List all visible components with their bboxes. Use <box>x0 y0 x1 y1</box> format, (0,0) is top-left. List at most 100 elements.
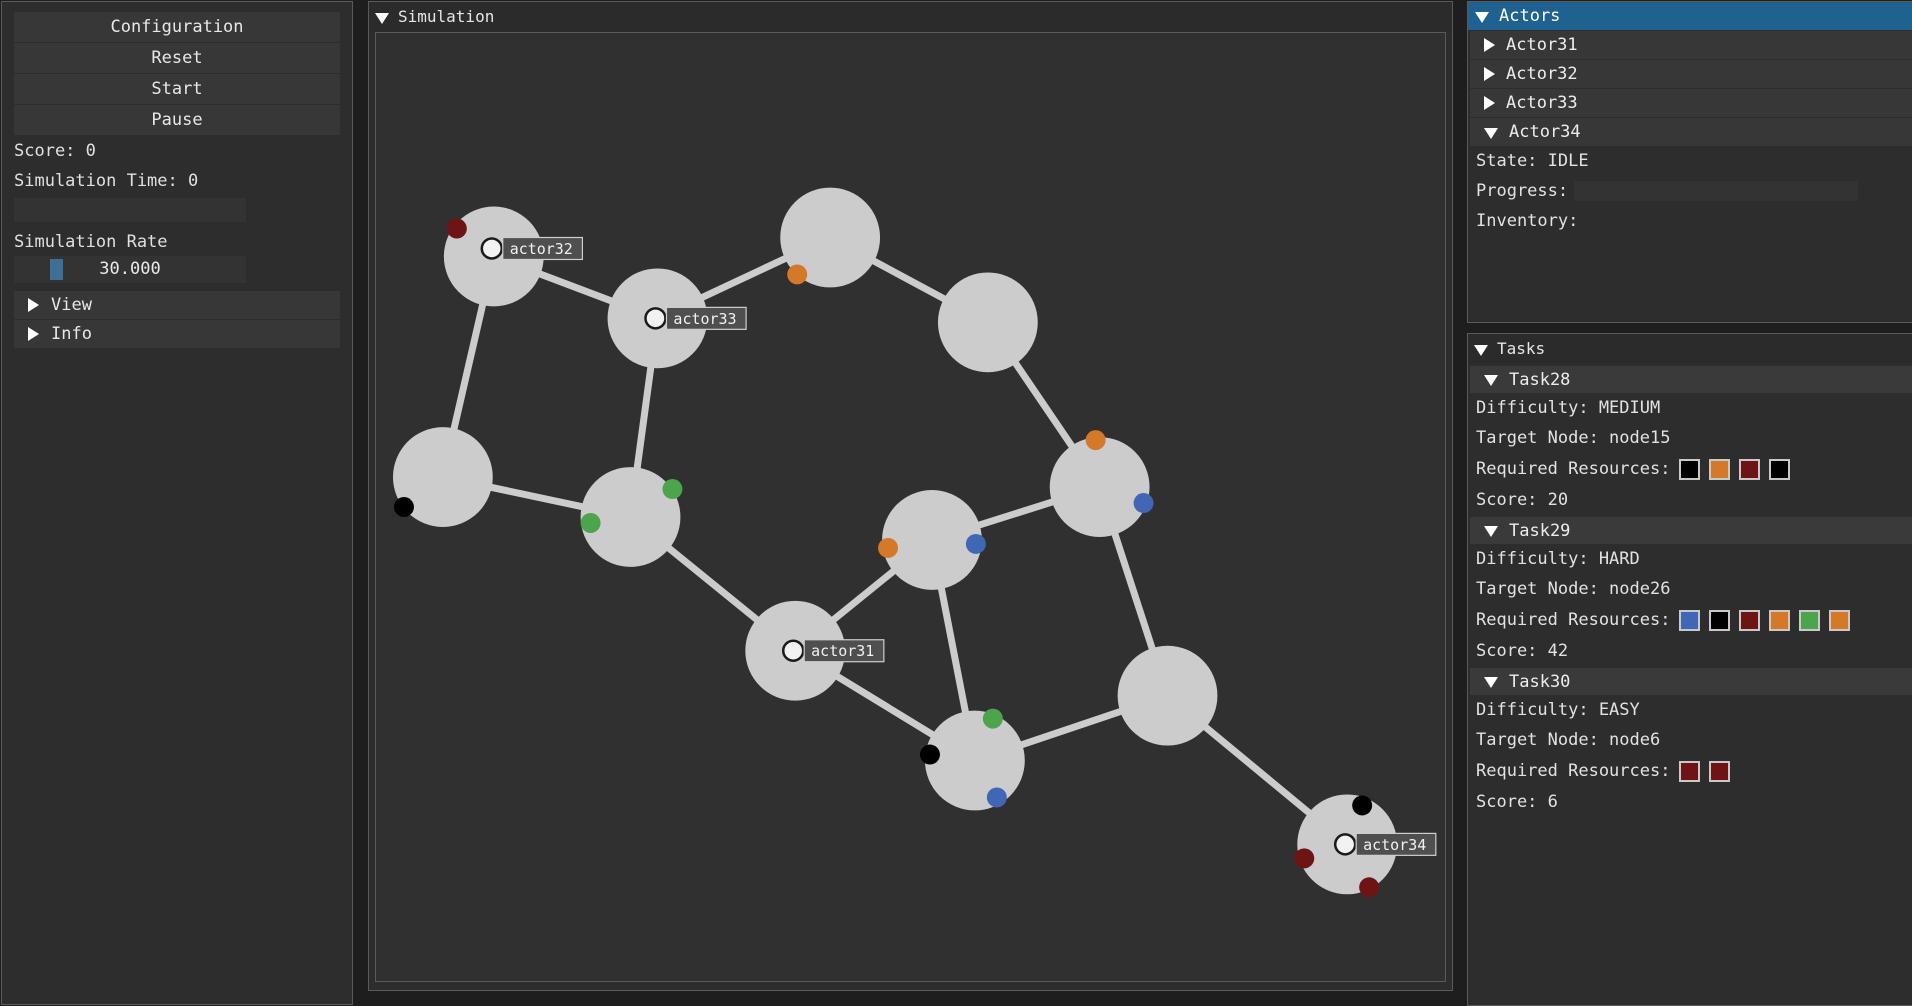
chevron-right-icon <box>28 327 39 341</box>
simulation-time-display: Simulation Time: 0 <box>14 171 199 191</box>
tasks-panel-title: Tasks <box>1497 339 1546 358</box>
simulation-panel: Simulation actor32 actor33 actor31 actor34 <box>368 1 1453 991</box>
actor-marker[interactable] <box>1333 833 1357 856</box>
chevron-down-icon <box>1484 677 1498 688</box>
task-difficulty: Difficulty: HARD <box>1476 549 1640 569</box>
resource-swatch <box>1679 609 1701 631</box>
resource-swatch <box>1769 609 1791 631</box>
graph-node[interactable] <box>1049 437 1150 537</box>
task-item-label: Task28 <box>1509 369 1571 390</box>
node-resource-dot <box>1294 848 1315 869</box>
resource-swatch <box>1709 609 1731 631</box>
task-target-node: Target Node: node15 <box>1476 428 1671 448</box>
simulation-title: Simulation <box>398 7 495 26</box>
actor-item-label: Actor31 <box>1506 35 1578 55</box>
task-item-task28[interactable]: Task28 <box>1470 366 1912 393</box>
actors-list: Actor31 Actor32 Actor33 Actor34 <box>1468 30 1912 146</box>
resource-swatch <box>1739 458 1761 480</box>
node-resource-dot <box>1359 877 1380 898</box>
actor-progress-label: Progress: <box>1476 181 1569 201</box>
task-item-label: Task30 <box>1509 671 1571 692</box>
actor-label-text: actor34 <box>1363 836 1426 854</box>
actor-item-actor31[interactable]: Actor31 <box>1470 31 1912 59</box>
node-resource-dot <box>662 479 683 500</box>
graph-node[interactable] <box>937 272 1038 373</box>
simulation-column: Simulation actor32 actor33 actor31 actor34 <box>368 1 1453 1006</box>
resource-swatch <box>1679 760 1701 782</box>
node-resource-dot <box>580 512 601 533</box>
required-resources-label: Required Resources: <box>1476 459 1671 479</box>
actor-progress-bar <box>1574 181 1859 201</box>
right-column: Actors Actor31 Actor32 Actor33 Actor34 Stat… <box>1467 1 1912 1006</box>
tasks-panel-header[interactable]: Tasks <box>1468 334 1912 364</box>
collapsible-info[interactable]: Info <box>14 320 340 348</box>
actors-panel-title: Actors <box>1499 6 1561 26</box>
node-resource-dot <box>986 787 1007 808</box>
graph-node[interactable] <box>924 710 1025 811</box>
actor-item-label: Actor32 <box>1506 64 1578 84</box>
node-resource-dot <box>1085 430 1106 451</box>
tasks-panel: Tasks Task28 Difficulty: MEDIUM Target Nod… <box>1467 333 1912 1006</box>
task-item-label: Task29 <box>1509 520 1571 541</box>
node-resource-dot <box>1133 493 1154 513</box>
pause-button[interactable]: Pause <box>14 105 340 135</box>
graph-node[interactable] <box>1117 645 1218 746</box>
app-window: Configuration Reset Start Pause Score: 0… <box>0 0 1912 1006</box>
task-required-resources: Required Resources: <box>1468 453 1912 485</box>
resource-swatch <box>1769 458 1791 480</box>
resource-swatch <box>1799 609 1821 631</box>
configuration-button[interactable]: Configuration <box>14 12 340 42</box>
task-difficulty: Difficulty: MEDIUM <box>1476 398 1661 418</box>
node-resource-dot <box>393 497 414 517</box>
actor-marker[interactable] <box>781 639 805 662</box>
actor-item-label: Actor33 <box>1506 93 1578 113</box>
actor-detail: State: IDLE Progress: Inventory: <box>1468 146 1912 236</box>
chevron-right-icon <box>1484 38 1495 52</box>
node-resource-dot <box>982 708 1003 729</box>
start-button[interactable]: Start <box>14 74 340 104</box>
chevron-down-icon <box>1484 375 1498 386</box>
resource-swatch <box>1739 609 1761 631</box>
reset-button[interactable]: Reset <box>14 43 340 73</box>
chevron-right-icon <box>28 298 39 312</box>
chevron-down-icon <box>1484 526 1498 537</box>
collapsible-view[interactable]: View <box>14 291 340 319</box>
task-item-task30[interactable]: Task30 <box>1470 668 1912 695</box>
task-score: Score: 6 <box>1476 792 1558 812</box>
task-score: Score: 42 <box>1476 641 1569 661</box>
chevron-down-icon <box>375 12 389 24</box>
actor-marker[interactable] <box>480 237 504 260</box>
simulation-rate-slider[interactable]: 30.000 <box>14 256 246 283</box>
actor-label-text: actor33 <box>673 310 736 328</box>
node-resource-dot <box>446 218 467 239</box>
task-target-node: Target Node: node6 <box>1476 730 1661 750</box>
tasks-list: Task28 Difficulty: MEDIUM Target Node: nod… <box>1468 366 1912 817</box>
collapsible-info-label: Info <box>51 324 92 344</box>
simulation-canvas[interactable]: actor32 actor33 actor31 actor34 <box>375 32 1446 982</box>
actor-state: State: IDLE <box>1476 151 1589 171</box>
chevron-down-icon <box>1484 127 1498 139</box>
simulation-rate-label: Simulation Rate <box>14 232 168 252</box>
actors-panel-header[interactable]: Actors <box>1468 2 1912 30</box>
required-resources-label: Required Resources: <box>1476 761 1671 781</box>
actor-item-actor34[interactable]: Actor34 <box>1470 118 1912 146</box>
resource-swatch <box>1709 760 1731 782</box>
simulation-rate-value: 30.000 <box>99 259 161 279</box>
actor-item-actor33[interactable]: Actor33 <box>1470 89 1912 117</box>
score-display: Score: 0 <box>14 141 96 161</box>
chevron-down-icon <box>1475 11 1489 23</box>
resource-swatch <box>1709 458 1731 480</box>
chevron-right-icon <box>1484 67 1495 81</box>
actor-item-actor32[interactable]: Actor32 <box>1470 60 1912 88</box>
graph-svg[interactable]: actor32 actor33 actor31 actor34 <box>376 33 1445 981</box>
actor-marker[interactable] <box>644 307 667 330</box>
actor-label-text: actor32 <box>510 240 573 258</box>
collapsible-view-label: View <box>51 295 92 315</box>
task-item-task29[interactable]: Task29 <box>1470 517 1912 544</box>
simulation-panel-header[interactable]: Simulation <box>369 2 1452 32</box>
actor-progress-row: Progress: <box>1468 176 1912 206</box>
resource-swatch <box>1679 458 1701 480</box>
node-resource-dot <box>965 533 986 554</box>
task-required-resources: Required Resources: <box>1468 755 1912 787</box>
actor-label-text: actor31 <box>811 642 874 660</box>
